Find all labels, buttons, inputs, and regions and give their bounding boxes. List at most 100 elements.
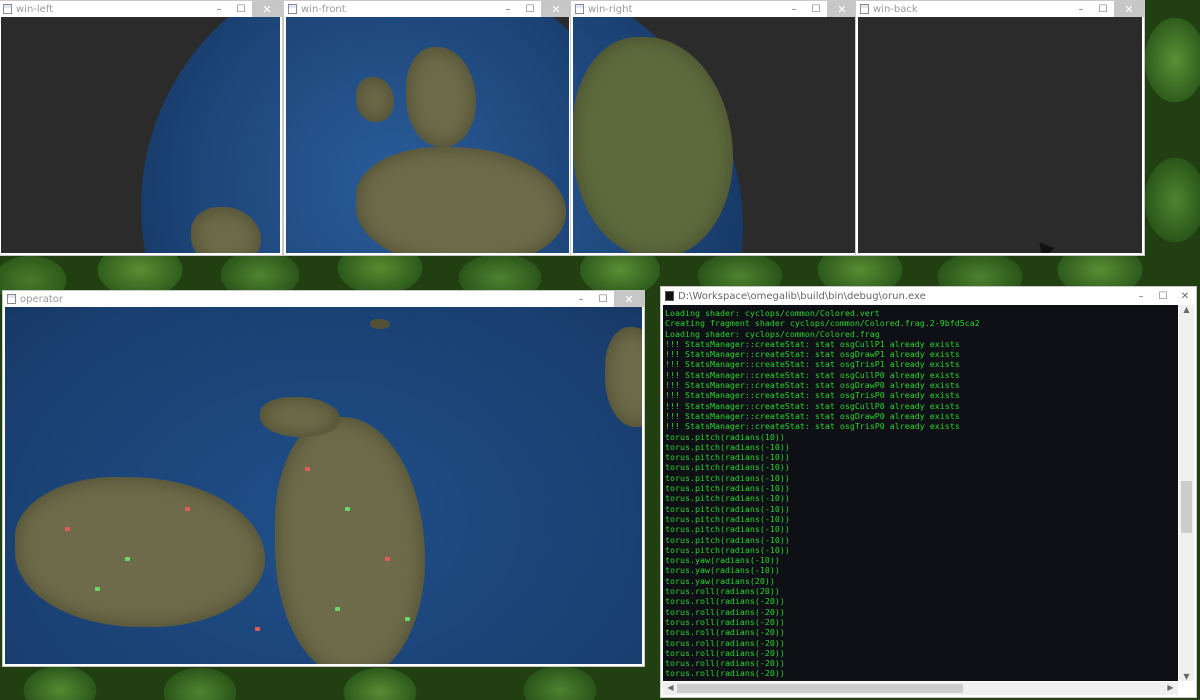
maximize-button[interactable]: ☐ — [230, 1, 252, 17]
titlebar[interactable]: win-front – ☐ ✕ — [284, 1, 571, 17]
console-line: Loading shader: cyclops/common/Colored.f… — [665, 328, 880, 339]
minimize-button[interactable]: – — [1070, 1, 1092, 17]
close-button[interactable]: ✕ — [252, 1, 282, 17]
maximize-button[interactable]: ☐ — [1152, 288, 1174, 304]
console-line: torus.pitch(radians(-10)) — [665, 452, 790, 463]
app-window-icon — [3, 4, 12, 14]
window-win-right[interactable]: win-right – ☐ ✕ — [570, 0, 858, 256]
console-line: torus.pitch(radians(-10)) — [665, 534, 790, 545]
window-title: D:\Workspace\omegalib\build\bin\debug\or… — [678, 290, 926, 302]
titlebar[interactable]: win-left – ☐ ✕ — [0, 1, 282, 17]
console-line: torus.pitch(radians(-10)) — [665, 472, 790, 483]
titlebar[interactable]: win-right – ☐ ✕ — [571, 1, 857, 17]
land-mass — [573, 37, 733, 253]
cursor-arrow-icon — [1033, 237, 1055, 253]
console-line: torus.roll(radians(-20)) — [665, 606, 785, 617]
console-output[interactable]: Loading shader: cyclops/common/Colored.v… — [663, 305, 1178, 681]
map-marker — [95, 587, 100, 591]
console-line: torus.pitch(radians(-10)) — [665, 544, 790, 555]
titlebar[interactable]: operator – ☐ ✕ — [3, 291, 644, 307]
land-great-britain — [275, 417, 425, 664]
titlebar[interactable]: win-back – ☐ ✕ — [856, 1, 1144, 17]
scroll-up-icon[interactable]: ▲ — [1179, 305, 1194, 314]
console-line: Creating fragment shader cyclops/common/… — [665, 318, 980, 329]
map-marker — [345, 507, 350, 511]
window-operator[interactable]: operator – ☐ ✕ — [2, 290, 645, 667]
app-window-icon — [7, 294, 16, 304]
console-line: !!! StatsManager::createStat: stat osgCu… — [665, 400, 960, 411]
map-marker — [125, 557, 130, 561]
minimize-button[interactable]: – — [570, 291, 592, 307]
minimize-button[interactable]: – — [208, 1, 230, 17]
vertical-scrollbar[interactable]: ▲ ▼ — [1179, 305, 1194, 681]
console-line: Loading shader: cyclops/common/Colored.v… — [665, 308, 880, 318]
scroll-down-icon[interactable]: ▼ — [1179, 672, 1194, 681]
console-line: torus.pitch(radians(-10)) — [665, 441, 790, 452]
console-line: !!! StatsManager::createStat: stat osgCu… — [665, 369, 960, 380]
app-window-icon — [665, 291, 674, 301]
console-line: !!! StatsManager::createStat: stat osgDr… — [665, 410, 960, 421]
console-line: torus.roll(radians(-20)) — [665, 647, 785, 658]
console-line: torus.roll(radians(20)) — [665, 586, 780, 597]
map-marker — [405, 617, 410, 621]
land-norway — [605, 327, 642, 427]
map-marker — [255, 627, 260, 631]
viewport-operator[interactable] — [5, 307, 642, 664]
console-line: torus.yaw(radians(20)) — [665, 575, 775, 586]
scroll-thumb[interactable] — [1181, 481, 1192, 533]
close-button[interactable]: ✕ — [614, 291, 644, 307]
console-line: torus.pitch(radians(-10)) — [665, 503, 790, 514]
console-line: !!! StatsManager::createStat: stat osgTr… — [665, 390, 960, 401]
window-title: win-back — [873, 3, 918, 15]
minimize-button[interactable]: – — [497, 1, 519, 17]
viewport-win-back[interactable] — [858, 17, 1142, 253]
console-line: torus.pitch(radians(10)) — [665, 431, 785, 442]
console-line: torus.pitch(radians(-10)) — [665, 524, 790, 535]
app-window-icon — [860, 4, 869, 14]
viewport-win-front[interactable] — [286, 17, 569, 253]
console-line: torus.roll(radians(-20)) — [665, 616, 785, 627]
console-line: torus.roll(radians(-20)) — [665, 668, 785, 679]
maximize-button[interactable]: ☐ — [519, 1, 541, 17]
console-line: torus.roll(radians(-20)) — [665, 596, 785, 607]
maximize-button[interactable]: ☐ — [592, 291, 614, 307]
map-marker — [385, 557, 390, 561]
close-button[interactable]: ✕ — [1114, 1, 1144, 17]
land-scotland-islands — [260, 397, 340, 437]
horizontal-scrollbar[interactable]: ◀ ▶ — [663, 682, 1178, 695]
close-button[interactable]: ✕ — [827, 1, 857, 17]
scroll-thumb[interactable] — [677, 684, 963, 693]
console-line: !!! StatsManager::createStat: stat osgTr… — [665, 359, 960, 370]
window-console[interactable]: D:\Workspace\omegalib\build\bin\debug\or… — [660, 286, 1197, 698]
app-window-icon — [288, 4, 297, 14]
viewport-win-right[interactable] — [573, 17, 855, 253]
console-lines: Loading shader: cyclops/common/Colored.v… — [663, 305, 1178, 679]
map-marker — [185, 507, 190, 511]
close-button[interactable]: ✕ — [541, 1, 571, 17]
window-win-back[interactable]: win-back – ☐ ✕ — [855, 0, 1145, 256]
console-line: torus.pitch(radians(-10)) — [665, 493, 790, 504]
console-line: torus.roll(radians(-20)) — [665, 658, 785, 669]
console-line: torus.pitch(radians(-10)) — [665, 462, 790, 473]
map-marker — [65, 527, 70, 531]
scroll-right-icon[interactable]: ▶ — [1163, 683, 1178, 692]
window-win-left[interactable]: win-left – ☐ ✕ — [0, 0, 283, 256]
console-line: !!! StatsManager::createStat: stat osgDr… — [665, 349, 960, 360]
map-marker — [305, 467, 310, 471]
console-line: torus.roll(radians(-20)) — [665, 637, 785, 648]
minimize-button[interactable]: – — [1130, 288, 1152, 304]
maximize-button[interactable]: ☐ — [1092, 1, 1114, 17]
land-ireland — [15, 477, 265, 627]
window-title: win-left — [16, 3, 54, 15]
console-line: torus.pitch(radians(-10)) — [665, 483, 790, 494]
close-button[interactable]: ✕ — [1174, 288, 1196, 304]
console-line: !!! StatsManager::createStat: stat osgTr… — [665, 421, 960, 432]
console-line: torus.yaw(radians(-10)) — [665, 555, 780, 566]
viewport-win-left[interactable] — [1, 17, 280, 253]
console-line: torus.roll(radians(-20)) — [665, 627, 785, 638]
maximize-button[interactable]: ☐ — [805, 1, 827, 17]
titlebar[interactable]: D:\Workspace\omegalib\build\bin\debug\or… — [661, 287, 1196, 305]
minimize-button[interactable]: – — [783, 1, 805, 17]
window-win-front[interactable]: win-front – ☐ ✕ — [283, 0, 572, 256]
scroll-left-icon[interactable]: ◀ — [663, 683, 678, 692]
